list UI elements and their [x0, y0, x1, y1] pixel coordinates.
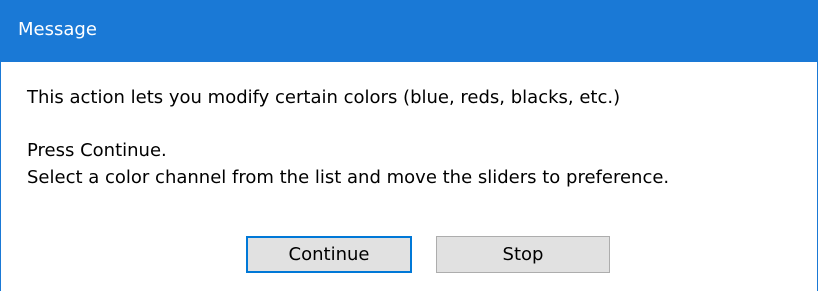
message-line-2: Press Continue. — [27, 140, 167, 161]
message-line-1: This action lets you modify certain colo… — [27, 87, 621, 108]
continue-button[interactable]: Continue — [246, 236, 412, 273]
message-line-3: Select a color channel from the list and… — [27, 167, 670, 188]
window-title: Message — [18, 19, 97, 40]
title-bar[interactable]: Message — [1, 0, 817, 62]
stop-button[interactable]: Stop — [436, 236, 610, 273]
message-dialog: Message This action lets you modify cert… — [0, 0, 818, 291]
